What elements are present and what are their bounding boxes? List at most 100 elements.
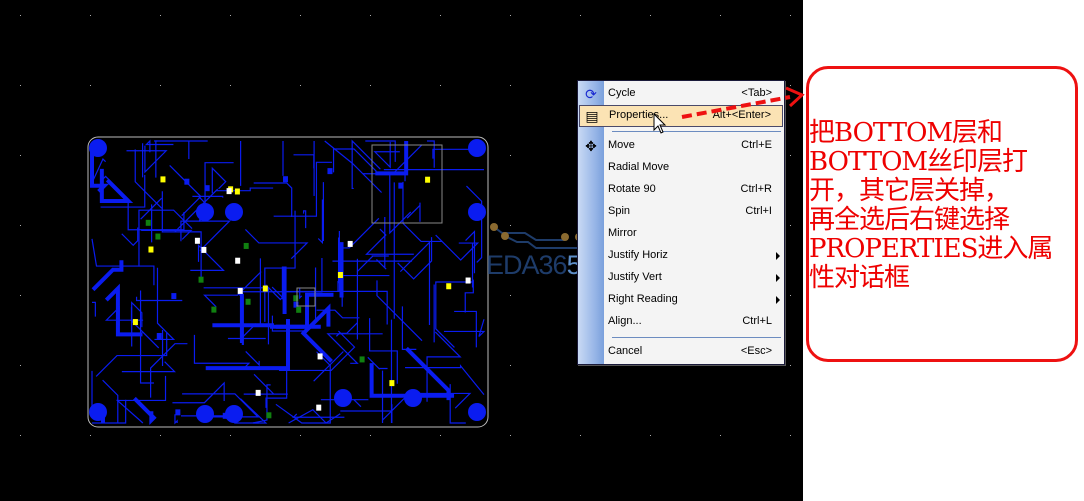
pcb-pad (245, 298, 251, 305)
properties-icon: ▤ (585, 108, 599, 124)
grid-dot (510, 365, 511, 366)
grid-dot (790, 435, 791, 436)
pcb-pad (132, 319, 138, 326)
grid-dot (20, 365, 21, 366)
pcb-pad (171, 293, 177, 300)
mounting-hole (196, 405, 214, 423)
pcb-pad (235, 257, 241, 264)
pcb-pad (155, 233, 161, 240)
grid-dot (230, 15, 231, 16)
pcb-pad (425, 176, 431, 183)
menu-item-right-reading[interactable]: Right Reading (578, 289, 784, 311)
grid-dot (160, 15, 161, 16)
pcb-pad (175, 409, 181, 416)
grid-dot (160, 435, 161, 436)
grid-dot (90, 435, 91, 436)
submenu-arrow-icon (776, 296, 780, 304)
grid-dot (790, 85, 791, 86)
pcb-pad (296, 306, 302, 313)
pcb-pad (282, 176, 288, 183)
grid-dot (300, 85, 301, 86)
eda365-watermark: EDA365 (486, 250, 582, 280)
grid-dot (370, 15, 371, 16)
pcb-pad (359, 356, 365, 363)
menu-item-properties[interactable]: ▤ Properties... Alt+<Enter> (579, 105, 783, 127)
pcb-trace (238, 292, 244, 346)
grid-dot (20, 435, 21, 436)
grid-dot (650, 435, 651, 436)
menu-item-justify-vert[interactable]: Justify Vert (578, 267, 784, 289)
cycle-icon: ⟳ (585, 86, 597, 102)
pad-watermark (490, 223, 498, 231)
menu-item-move[interactable]: ✥ Move Ctrl+E (578, 135, 784, 157)
grid-dot (20, 85, 21, 86)
pcb-pad (266, 412, 272, 419)
pcb-pad (201, 246, 207, 253)
pcb-pad (222, 412, 228, 419)
mounting-hole (334, 389, 352, 407)
grid-dot (580, 435, 581, 436)
pcb-pad (316, 404, 322, 411)
grid-dot (720, 365, 721, 366)
grid-dot (440, 15, 441, 16)
grid-dot (300, 15, 301, 16)
grid-dot (20, 225, 21, 226)
pad-watermark (501, 232, 509, 240)
pcb-pad (243, 242, 249, 249)
menu-item-cancel[interactable]: Cancel <Esc> (578, 341, 784, 363)
mounting-hole (196, 203, 214, 221)
grid-dot (370, 435, 371, 436)
grid-dot (20, 155, 21, 156)
menu-item-mirror[interactable]: Mirror (578, 223, 784, 245)
pcb-pad (226, 188, 232, 195)
menu-item-rotate-90[interactable]: Rotate 90 Ctrl+R (578, 179, 784, 201)
grid-dot (510, 15, 511, 16)
grid-dot (790, 225, 791, 226)
mounting-hole (468, 403, 486, 421)
annotation-callout: 把BOTTOM层和 BOTTOM丝印层打 开，其它层关掉， 再全选后右键选择 P… (806, 66, 1078, 362)
context-menu: ⟳ Cycle <Tab> ▤ Properties... Alt+<Enter… (577, 80, 785, 365)
menu-item-spin[interactable]: Spin Ctrl+I (578, 201, 784, 223)
grid-dot (370, 85, 371, 86)
grid-dot (230, 85, 231, 86)
grid-dot (440, 435, 441, 436)
grid-dot (160, 85, 161, 86)
pcb-pad (194, 237, 200, 244)
menu-item-cycle[interactable]: ⟳ Cycle <Tab> (578, 83, 784, 105)
grid-dot (510, 155, 511, 156)
pcb-pad (148, 246, 154, 253)
submenu-arrow-icon (776, 252, 780, 260)
grid-dot (20, 295, 21, 296)
menu-item-justify-horiz[interactable]: Justify Horiz (578, 245, 784, 267)
pcb-pad (347, 240, 353, 247)
grid-dot (510, 295, 511, 296)
grid-dot (440, 85, 441, 86)
submenu-arrow-icon (776, 274, 780, 282)
pcb-pad (211, 306, 217, 313)
pcb-pad (389, 380, 395, 387)
grid-dot (720, 15, 721, 16)
annotation-text: 把BOTTOM层和 BOTTOM丝印层打 开，其它层关掉， 再全选后右键选择 P… (809, 118, 1053, 293)
mounting-hole (468, 139, 486, 157)
pcb-pad (317, 353, 323, 360)
grid-dot (650, 15, 651, 16)
menu-separator (612, 131, 781, 132)
menu-item-radial-move[interactable]: Radial Move (578, 157, 784, 179)
pcb-pad (198, 276, 204, 283)
grid-dot (650, 365, 651, 366)
pcb-pad (465, 277, 471, 284)
grid-dot (230, 435, 231, 436)
pcb-pad (255, 389, 261, 396)
mounting-hole (225, 203, 243, 221)
pcb-pad (237, 287, 243, 294)
grid-dot (580, 15, 581, 16)
pcb-pad (446, 283, 452, 290)
pcb-pad (327, 168, 333, 175)
grid-dot (300, 435, 301, 436)
pcb-pad (234, 188, 240, 195)
mounting-hole (404, 389, 422, 407)
menu-item-align[interactable]: Align... Ctrl+L (578, 311, 784, 333)
pcb-pad (160, 176, 166, 183)
grid-dot (510, 435, 511, 436)
mounting-hole (89, 139, 107, 157)
